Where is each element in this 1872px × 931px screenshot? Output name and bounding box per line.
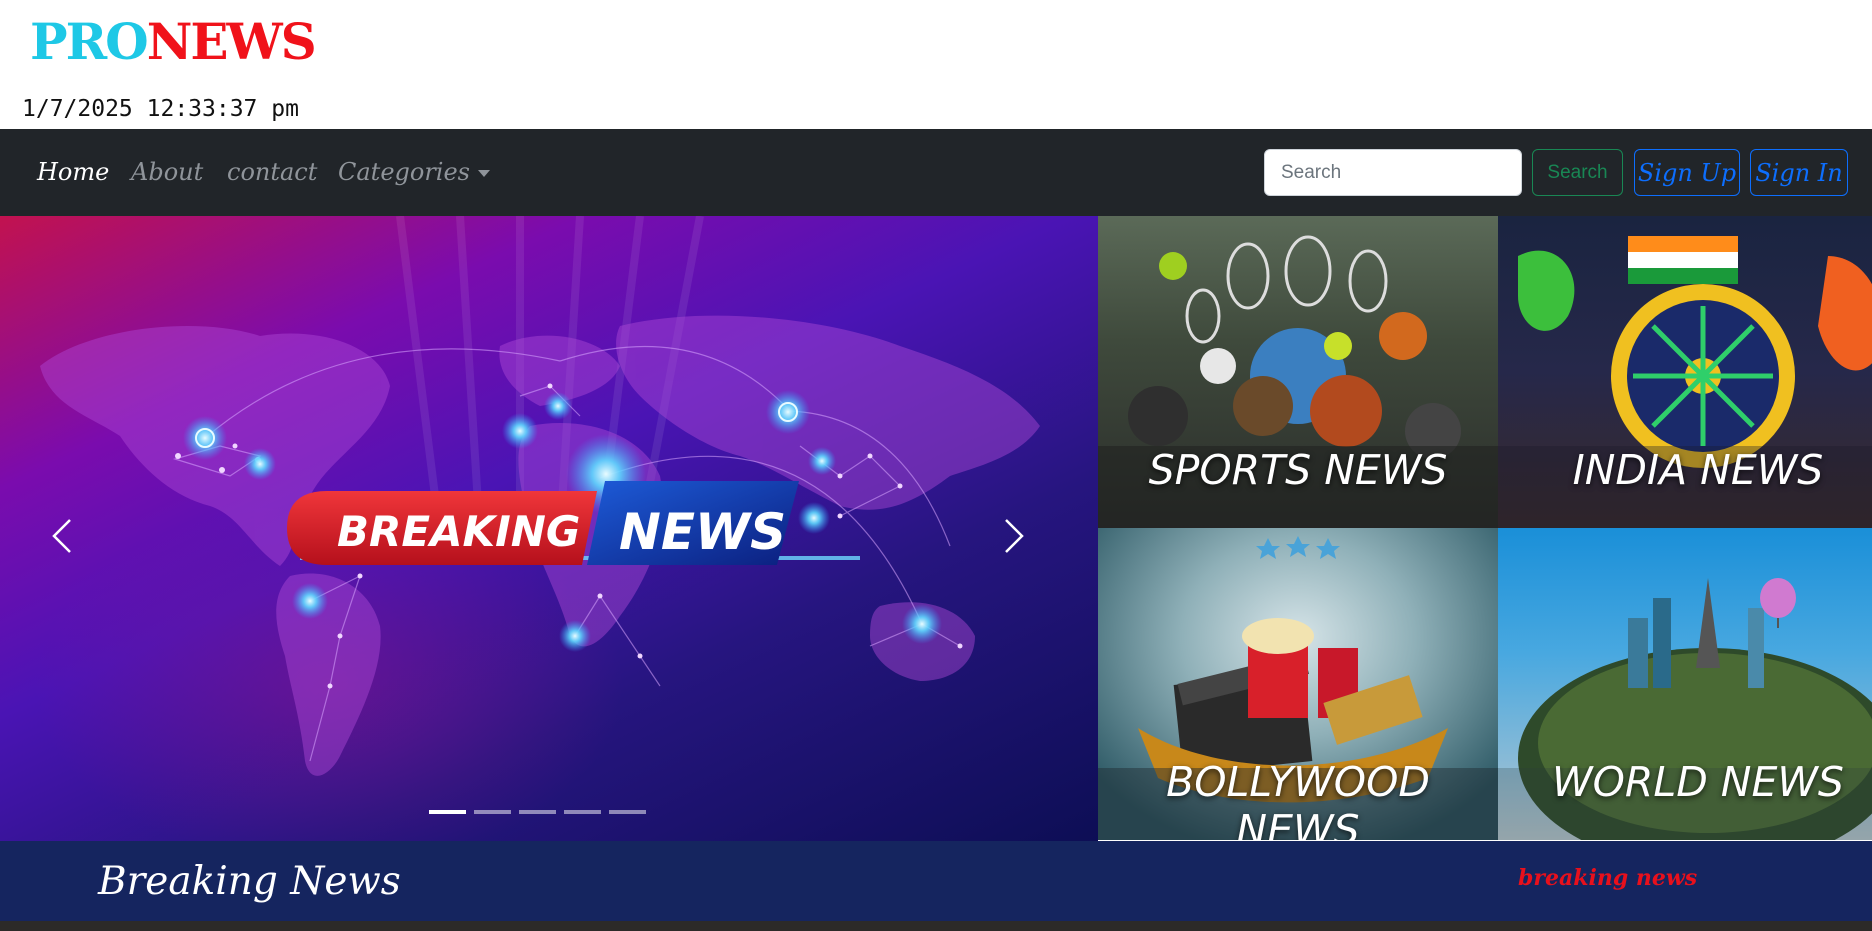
nav-link-about[interactable]: About: [131, 129, 203, 216]
nav-link-home[interactable]: Home: [37, 129, 109, 216]
logo-text-news: NEWS: [146, 12, 317, 71]
breaking-news-title: Breaking News: [98, 859, 401, 904]
sign-up-button[interactable]: Sign Up: [1634, 149, 1740, 196]
breaking-news-bar: Breaking News breaking news: [0, 841, 1872, 921]
carousel-next-button[interactable]: [984, 506, 1044, 566]
carousel-indicator-1[interactable]: [429, 810, 466, 814]
logo-text-pro: PRO: [30, 12, 149, 71]
category-label-india: INDIA NEWS: [1572, 446, 1824, 494]
banner-text-breaking: BREAKING: [337, 507, 580, 556]
banner-text-news: NEWS: [619, 503, 786, 561]
carousel-indicator-2[interactable]: [474, 810, 511, 814]
category-card-world[interactable]: WORLD NEWS: [1498, 528, 1872, 840]
carousel-indicator-4[interactable]: [564, 810, 601, 814]
current-datetime: 1/7/2025 12:33:37 pm: [22, 96, 299, 122]
search-button[interactable]: Search: [1532, 149, 1623, 196]
sign-in-button[interactable]: Sign In: [1750, 149, 1848, 196]
category-label-bollywood: BOLLYWOOD NEWS: [1166, 758, 1430, 840]
category-card-sports[interactable]: SPORTS NEWS: [1098, 216, 1498, 528]
category-label-sports: SPORTS NEWS: [1148, 446, 1448, 494]
caret-down-icon: [478, 170, 490, 177]
hero-carousel: BREAKING NEWS: [0, 216, 1098, 841]
nav-dropdown-categories-label: Categories: [338, 158, 470, 186]
carousel-indicator-3[interactable]: [519, 810, 556, 814]
page-bottom-strip: [0, 921, 1872, 931]
chevron-right-icon: [1005, 519, 1024, 553]
carousel-indicator-5[interactable]: [609, 810, 646, 814]
category-card-bollywood[interactable]: BOLLYWOOD NEWS: [1098, 528, 1498, 840]
carousel-indicators: [0, 806, 1098, 818]
nav-link-contact[interactable]: contact: [227, 129, 317, 216]
site-logo[interactable]: PRONEWS: [30, 12, 317, 72]
breaking-news-ticker[interactable]: breaking news: [1518, 865, 1697, 891]
main-navbar: Home About contact Categories Search Sig…: [0, 129, 1872, 216]
chevron-left-icon: [52, 519, 71, 553]
breaking-news-banner: BREAKING NEWS: [287, 481, 799, 565]
carousel-prev-button[interactable]: [32, 506, 92, 566]
search-input[interactable]: [1264, 149, 1522, 196]
category-card-india[interactable]: INDIA NEWS: [1498, 216, 1872, 528]
nav-dropdown-categories[interactable]: Categories: [338, 129, 490, 216]
category-label-world: WORLD NEWS: [1552, 758, 1844, 806]
